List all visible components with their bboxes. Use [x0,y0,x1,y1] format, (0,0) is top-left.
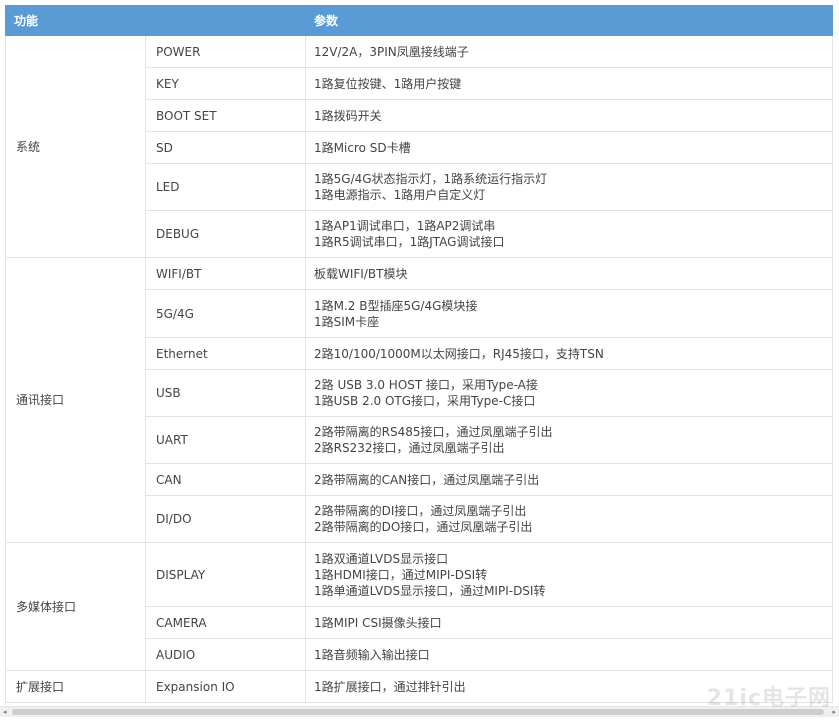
function-name: DISPLAY [145,542,306,607]
function-name: SD [145,131,306,164]
function-name: USB [145,369,306,417]
parameter-line: 1路单通道LVDS显示接口，通过MIPI-DSI转 [314,583,546,598]
parameter-cell: 2路带隔离的CAN接口，通过凤凰端子引出 [305,463,833,496]
group-name: 扩展接口 [5,670,146,703]
parameter-line: 1路Micro SD卡槽 [314,140,411,155]
function-name: WIFI/BT [145,257,306,290]
parameter-cell: 1路双通道LVDS显示接口 1路HDMI接口，通过MIPI-DSI转 1路单通道LV… [305,542,833,607]
function-name: BOOT SET [145,99,306,132]
parameter-line: 1路MIPI CSI摄像头接口 [314,615,442,630]
parameter-line: 1路拨码开关 [314,108,382,123]
parameter-line: 2路RS232接口，通过凤凰端子引出 [314,441,505,455]
parameter-cell: 2路 USB 3.0 HOST 接口，采用Type-A接 1路USB 2.0 OT… [305,369,833,417]
parameter-line: 1路双通道LVDS显示接口 [314,551,449,566]
scroll-right-icon[interactable]: ▸ [832,708,836,716]
function-name: Ethernet [145,337,306,370]
spec-table: 功能 参数 系统 POWER 12V/2A，3PIN凤凰接线端子 KEY 1路复位按键、… [5,5,833,703]
parameter-line: 1路SIM卡座 [314,314,380,329]
parameter-line: 1路R5调试串口，1路JTAG调试接口 [314,235,505,249]
function-name: DI/DO [145,495,306,543]
table-body: 系统 POWER 12V/2A，3PIN凤凰接线端子 KEY 1路复位按键、1路用户按键… [5,35,833,703]
parameter-line: 2路带隔离的RS485接口，通过凤凰端子引出 [314,425,553,439]
function-name: CAN [145,463,306,496]
parameter-cell: 1路拨码开关 [305,99,833,132]
parameter-cell: 2路带隔离的DI接口，通过凤凰端子引出 2路带隔离的DO接口，通过凤凰端子引出 [305,495,833,543]
function-name: Expansion IO [145,670,306,703]
function-name: KEY [145,67,306,100]
group-name: 多媒体接口 [5,542,146,671]
function-name: LED [145,163,306,211]
parameter-line: 1路USB 2.0 OTG接口，采用Type-C接口 [314,394,536,408]
group-name: 通讯接口 [5,257,146,543]
parameter-line: 1路HDMI接口，通过MIPI-DSI转 [314,567,488,582]
function-name: 5G/4G [145,289,306,338]
parameter-line: 1路复位按键、1路用户按键 [314,76,462,91]
parameter-cell: 1路AP1调试串口，1路AP2调试串 1路R5调试串口，1路JTAG调试接口 [305,210,833,258]
function-name: POWER [145,35,306,68]
table-header-row: 功能 参数 [5,5,833,36]
parameter-line: 1路M.2 B型插座5G/4G模块接 [314,298,478,313]
function-name: CAMERA [145,606,306,639]
parameter-line: 2路带隔离的CAN接口，通过凤凰端子引出 [314,472,540,487]
header-spacer [145,5,306,36]
table-row: 多媒体接口 DISPLAY 1路双通道LVDS显示接口 1路HDMI接口，通过MIPI… [5,542,833,671]
scrollbar-thumb[interactable] [12,709,824,715]
parameter-line: 2路 USB 3.0 HOST 接口，采用Type-A接 [314,378,538,392]
parameter-cell: 12V/2A，3PIN凤凰接线端子 [305,35,833,68]
parameter-line: 1路音频输入输出接口 [314,647,430,662]
parameter-line: 板载WIFI/BT模块 [314,266,408,281]
parameter-line: 12V/2A，3PIN凤凰接线端子 [314,44,469,59]
parameter-cell: 1路复位按键、1路用户按键 [305,67,833,100]
table-row: 通讯接口 WIFI/BT 板载WIFI/BT模块 [5,257,833,543]
function-name: UART [145,416,306,464]
parameter-line: 1路5G/4G状态指示灯，1路系统运行指示灯 [314,172,548,186]
parameter-cell: 1路MIPI CSI摄像头接口 [305,606,833,639]
parameter-cell: 2路10/100/1000M以太网接口，RJ45接口，支持TSN [305,337,833,370]
parameter-cell: 1路音频输入输出接口 [305,638,833,671]
parameter-line: 2路带隔离的DI接口，通过凤凰端子引出 [314,504,527,518]
parameter-line: 2路带隔离的DO接口，通过凤凰端子引出 [314,520,533,534]
scroll-left-icon[interactable]: ◂ [3,708,7,716]
parameter-cell: 1路Micro SD卡槽 [305,131,833,164]
header-params: 参数 [305,5,833,36]
table-row: 系统 POWER 12V/2A，3PIN凤凰接线端子 [5,35,833,258]
parameter-line: 1路AP1调试串口，1路AP2调试串 [314,219,496,233]
parameter-cell: 1路5G/4G状态指示灯，1路系统运行指示灯 1路电源指示、1路用户自定义灯 [305,163,833,211]
function-name: AUDIO [145,638,306,671]
parameter-cell: 2路带隔离的RS485接口，通过凤凰端子引出 2路RS232接口，通过凤凰端子引出 [305,416,833,464]
group-name: 系统 [5,35,146,258]
site-watermark: 21ic电子网 [706,686,831,711]
parameter-line: 1路电源指示、1路用户自定义灯 [314,188,486,202]
function-name: DEBUG [145,210,306,258]
parameter-cell: 板载WIFI/BT模块 [305,257,833,290]
parameter-line: 2路10/100/1000M以太网接口，RJ45接口，支持TSN [314,346,604,361]
parameter-cell: 1路M.2 B型插座5G/4G模块接 1路SIM卡座 [305,289,833,338]
header-function: 功能 [5,5,146,36]
